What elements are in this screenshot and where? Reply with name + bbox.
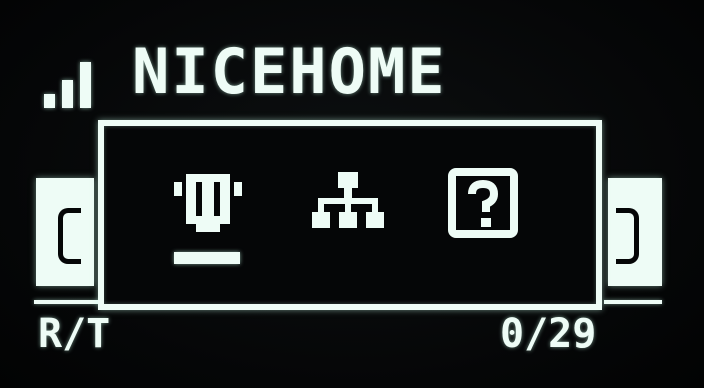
menu-item-network[interactable] [310,168,386,240]
right-bracket-icon [616,208,639,264]
bluetooth-device-icon [174,174,242,232]
left-bracket-icon [58,208,81,264]
signal-strength-icon [44,58,100,108]
network-name: NICEHOME [132,35,447,108]
menu-item-bluetooth[interactable] [170,168,246,240]
divider-right [604,300,662,304]
divider-left [34,300,100,304]
selection-cursor [174,252,240,264]
help-question-icon [448,168,518,238]
next-card[interactable] [608,178,662,286]
menu-item-help[interactable] [446,168,522,240]
previous-card[interactable] [36,178,94,286]
mode-label: R/T [38,311,111,357]
network-tree-icon [312,172,384,228]
item-counter: 0/29 [500,311,597,357]
popup-menu [98,120,602,310]
oled-display: NICEHOME R/T 0/29 [0,0,704,388]
